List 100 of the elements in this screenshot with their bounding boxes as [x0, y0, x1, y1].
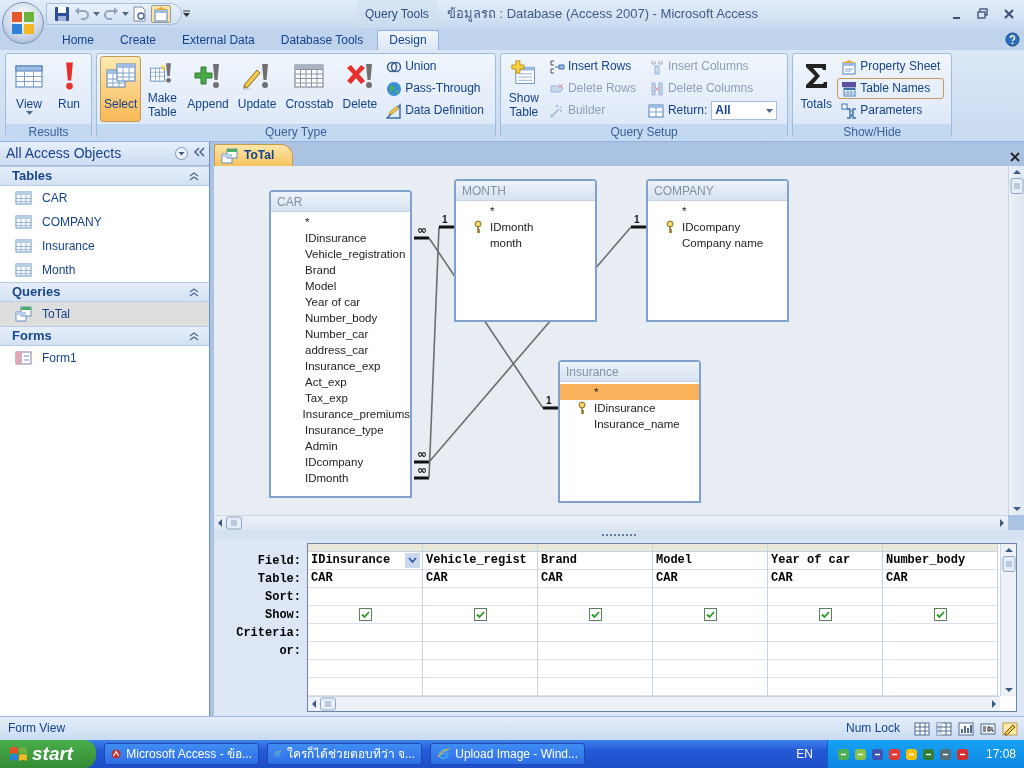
- dropdown-caret-icon[interactable]: [93, 12, 100, 16]
- collapse-icon[interactable]: [189, 171, 199, 181]
- tray-icon[interactable]: [955, 746, 970, 762]
- field-item[interactable]: *: [560, 384, 699, 400]
- dropdown-caret-icon[interactable]: [122, 12, 129, 16]
- close-icon[interactable]: [1003, 8, 1015, 20]
- scroll-thumb[interactable]: [1001, 556, 1016, 572]
- restore-icon[interactable]: [977, 8, 989, 20]
- pivot-chart-view-icon[interactable]: [958, 720, 974, 737]
- field-item[interactable]: Insurance_exp: [271, 358, 410, 374]
- grid-cell[interactable]: Vehicle_regist: [423, 552, 537, 570]
- scroll-up-icon[interactable]: [1004, 548, 1013, 552]
- ribbon-button[interactable]: Append: [183, 56, 233, 122]
- grid-cell[interactable]: CAR: [883, 570, 997, 588]
- scroll-down-icon[interactable]: [1012, 507, 1021, 511]
- field-item[interactable]: *: [456, 203, 595, 219]
- field-item[interactable]: Company name: [648, 235, 787, 251]
- horizontal-scrollbar[interactable]: [214, 515, 1008, 530]
- grid-cell[interactable]: CAR: [423, 570, 537, 588]
- grid-cell[interactable]: Number_body: [883, 552, 997, 570]
- field-item[interactable]: Year of car: [271, 294, 410, 310]
- field-item[interactable]: Vehicle_registration: [271, 246, 410, 262]
- taskbar-button[interactable]: ใครก็ได้ช่วยตอบทีว่า จ...: [267, 743, 422, 765]
- collapse-icon[interactable]: [194, 147, 205, 157]
- scroll-thumb[interactable]: [320, 697, 336, 711]
- tray-icon[interactable]: [853, 746, 868, 762]
- datasheet-view-icon[interactable]: [914, 720, 930, 737]
- ribbon-button[interactable]: Union: [382, 56, 488, 77]
- field-item[interactable]: Act_exp: [271, 374, 410, 390]
- pivot-table-view-icon[interactable]: [936, 720, 952, 737]
- tray-icon[interactable]: [870, 746, 885, 762]
- ribbon-tab[interactable]: External Data: [170, 29, 267, 50]
- ribbon-button[interactable]: Show Table: [503, 56, 544, 122]
- grid-cell[interactable]: CAR: [768, 570, 882, 588]
- checkbox[interactable]: [358, 608, 372, 621]
- dropdown-caret-icon[interactable]: [766, 108, 774, 113]
- ribbon-button[interactable]: View: [9, 56, 49, 122]
- scroll-up-icon[interactable]: [1012, 170, 1021, 174]
- checkbox[interactable]: [703, 608, 717, 621]
- language-indicator[interactable]: EN: [796, 746, 813, 762]
- ribbon-button[interactable]: Delete: [338, 56, 382, 122]
- field-item[interactable]: IDmonth: [271, 470, 410, 486]
- ribbon-button[interactable]: Table Names: [837, 78, 945, 99]
- relationship-line[interactable]: [414, 225, 454, 480]
- document-tab[interactable]: ToTal: [214, 144, 294, 166]
- horizontal-scrollbar[interactable]: [308, 696, 1000, 711]
- field-item[interactable]: *: [648, 203, 787, 219]
- vertical-scrollbar[interactable]: [1008, 166, 1024, 515]
- scroll-thumb[interactable]: [1009, 178, 1024, 194]
- close-icon[interactable]: [1010, 152, 1020, 162]
- grid-cell[interactable]: Brand: [538, 552, 652, 570]
- sql-view-icon[interactable]: [980, 720, 996, 737]
- field-item[interactable]: Number_car: [271, 326, 410, 342]
- dropdown-icon[interactable]: [405, 553, 420, 568]
- ribbon-tab[interactable]: Home: [50, 29, 106, 50]
- checkbox[interactable]: [588, 608, 602, 621]
- checkbox[interactable]: [818, 608, 832, 621]
- grid-cell[interactable]: Year of car: [768, 552, 882, 570]
- dropdown-icon[interactable]: [175, 147, 188, 160]
- field-item[interactable]: month: [456, 235, 595, 251]
- collapse-icon[interactable]: [189, 287, 199, 297]
- scroll-left-icon[interactable]: [312, 700, 316, 708]
- field-item[interactable]: IDcompany: [271, 454, 410, 470]
- grid-cell[interactable]: CAR: [308, 570, 422, 588]
- grid-cell[interactable]: CAR: [653, 570, 767, 588]
- splitter-handle[interactable]: [601, 533, 637, 537]
- scroll-thumb[interactable]: [226, 516, 242, 530]
- field-item[interactable]: Insurance_type: [271, 422, 410, 438]
- scroll-right-icon[interactable]: [992, 700, 996, 708]
- checkbox[interactable]: [933, 608, 947, 621]
- vertical-scrollbar[interactable]: [1000, 544, 1016, 696]
- ribbon-button[interactable]: Update: [233, 56, 281, 122]
- return-dropdown[interactable]: All: [711, 101, 778, 120]
- tray-icon[interactable]: [938, 746, 953, 762]
- save-icon[interactable]: [54, 6, 70, 22]
- scroll-left-icon[interactable]: [218, 519, 222, 527]
- field-item[interactable]: Tax_exp: [271, 390, 410, 406]
- field-item[interactable]: *: [271, 214, 410, 230]
- print-preview-icon[interactable]: [132, 6, 148, 22]
- collapse-icon[interactable]: [189, 331, 199, 341]
- ribbon-button[interactable]: Pass-Through: [382, 78, 488, 99]
- customize-caret-icon[interactable]: [182, 10, 191, 18]
- design-view-icon[interactable]: [1002, 720, 1018, 737]
- taskbar-button[interactable]: Microsoft Access - ข้อ...: [104, 743, 259, 765]
- field-item[interactable]: Model: [271, 278, 410, 294]
- help-icon[interactable]: [1005, 31, 1020, 47]
- field-item[interactable]: Insurance_premiums: [271, 406, 410, 422]
- field-item[interactable]: IDcompany: [648, 219, 787, 235]
- field-item[interactable]: IDmonth: [456, 219, 595, 235]
- ribbon-button[interactable]: Property Sheet: [837, 56, 945, 77]
- ribbon-button[interactable]: Crosstab: [281, 56, 338, 122]
- field-dropdown[interactable]: IDinsurance: [308, 552, 422, 570]
- tray-icon[interactable]: [921, 746, 936, 762]
- ribbon-button[interactable]: Run: [50, 56, 88, 122]
- scroll-down-icon[interactable]: [1004, 688, 1013, 692]
- field-item[interactable]: IDinsurance: [560, 400, 699, 416]
- tray-icon[interactable]: [887, 746, 902, 762]
- field-item[interactable]: IDinsurance: [271, 230, 410, 246]
- field-item[interactable]: Insurance_name: [560, 416, 699, 432]
- ribbon-tab[interactable]: Design: [377, 29, 439, 50]
